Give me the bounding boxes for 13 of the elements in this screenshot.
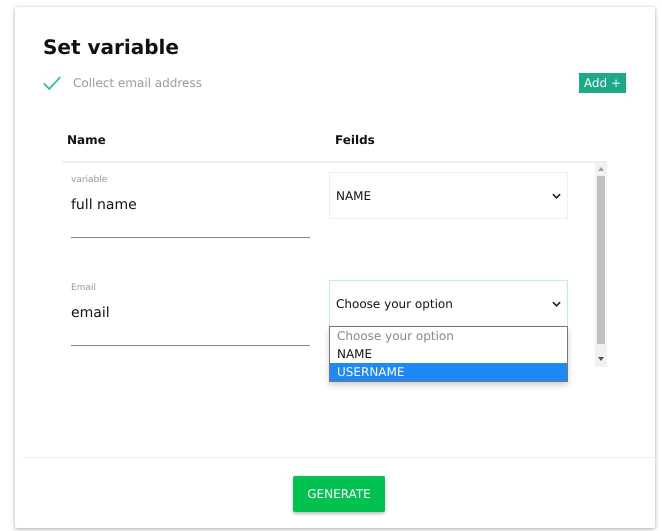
dropdown-option[interactable]: USERNAME: [330, 363, 567, 381]
dialog-title: Set variable: [43, 35, 180, 59]
select-field[interactable]: NAME: [329, 172, 568, 219]
scrollbar[interactable]: [595, 163, 607, 367]
chevron-down-icon: [552, 300, 561, 306]
dropdown-option[interactable]: Choose your option: [330, 327, 567, 345]
column-header: Feilds: [335, 133, 375, 149]
dropdown-option[interactable]: NAME: [330, 345, 567, 363]
text-field[interactable]: Email email: [71, 283, 310, 346]
collect-label: Collect email address: [73, 76, 202, 90]
text-field[interactable]: variable full name: [71, 175, 310, 238]
chevron-down-icon: [552, 192, 561, 198]
column-header: Name: [66, 133, 107, 149]
